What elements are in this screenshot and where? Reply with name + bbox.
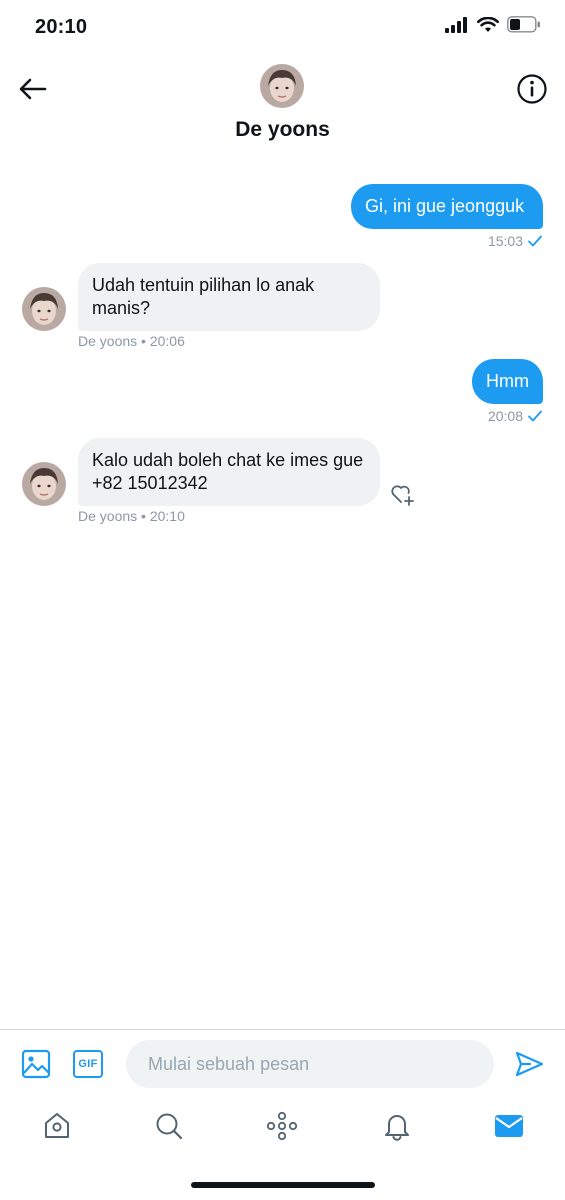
arrow-left-icon <box>19 78 47 100</box>
home-icon <box>45 1113 69 1138</box>
message-text: Gi, ini gue jeongguk <box>365 196 525 216</box>
status-time: 20:10 <box>35 16 88 38</box>
tab-search[interactable] <box>149 1106 189 1146</box>
avatar-photo <box>22 462 66 506</box>
tab-notifications[interactable] <box>377 1106 417 1146</box>
tab-spaces[interactable] <box>262 1106 302 1146</box>
image-icon <box>21 1049 51 1079</box>
sender-avatar[interactable] <box>22 287 66 331</box>
incoming-message[interactable]: Kalo udah boleh chat ke imes gue +82 150… <box>78 438 380 506</box>
tab-messages[interactable] <box>489 1106 529 1146</box>
message-meta: De yoons • 20:10 <box>78 508 185 524</box>
message-text: Udah tentuin pilihan lo anak manis? <box>92 275 315 318</box>
send-icon <box>515 1051 544 1077</box>
sender-avatar[interactable] <box>22 462 66 506</box>
add-reaction-button[interactable] <box>389 480 417 508</box>
spaces-icon <box>266 1111 298 1141</box>
conversation-header: De yoons <box>0 56 565 152</box>
message-meta: 20:08 <box>488 408 543 424</box>
wifi-icon <box>477 16 499 32</box>
gif-label: GIF <box>78 1058 98 1070</box>
status-icons <box>445 16 541 33</box>
outgoing-message[interactable]: Hmm <box>472 359 543 404</box>
back-button[interactable] <box>14 70 52 108</box>
message-composer: GIF <box>0 1029 565 1099</box>
message-meta: 15:03 <box>488 233 543 249</box>
message-text: Kalo udah boleh chat ke imes gue +82 150… <box>92 450 364 493</box>
info-button[interactable] <box>513 70 551 108</box>
add-gif-button[interactable]: GIF <box>71 1047 105 1081</box>
contact-name[interactable]: De yoons <box>0 118 565 142</box>
battery-icon <box>507 16 540 33</box>
add-photo-button[interactable] <box>19 1047 53 1081</box>
message-text: Hmm <box>486 371 529 391</box>
outgoing-message[interactable]: Gi, ini gue jeongguk <box>351 184 543 229</box>
message-meta: De yoons • 20:06 <box>78 333 185 349</box>
avatar-photo <box>22 287 66 331</box>
bell-icon <box>385 1115 409 1141</box>
home-indicator <box>191 1182 375 1188</box>
gif-icon: GIF <box>73 1050 103 1078</box>
incoming-message[interactable]: Udah tentuin pilihan lo anak manis? <box>78 263 380 331</box>
contact-avatar[interactable] <box>260 64 304 108</box>
info-icon <box>517 74 547 104</box>
mail-icon <box>495 1115 523 1137</box>
sent-check-icon <box>528 410 542 422</box>
search-icon <box>156 1113 183 1140</box>
tab-bar <box>0 1100 565 1160</box>
send-button[interactable] <box>512 1047 546 1081</box>
message-list[interactable]: Gi, ini gue jeongguk 15:03 Udah tentuin … <box>0 170 565 1030</box>
message-time: 15:03 <box>487 233 523 249</box>
tab-home[interactable] <box>37 1106 77 1146</box>
heart-plus-icon <box>391 485 414 506</box>
avatar-photo <box>260 64 304 108</box>
sent-check-icon <box>528 235 542 247</box>
message-time: 20:08 <box>487 408 523 424</box>
status-bar: 20:10 <box>0 0 565 56</box>
message-input[interactable] <box>126 1040 494 1088</box>
signal-icon <box>445 16 467 33</box>
